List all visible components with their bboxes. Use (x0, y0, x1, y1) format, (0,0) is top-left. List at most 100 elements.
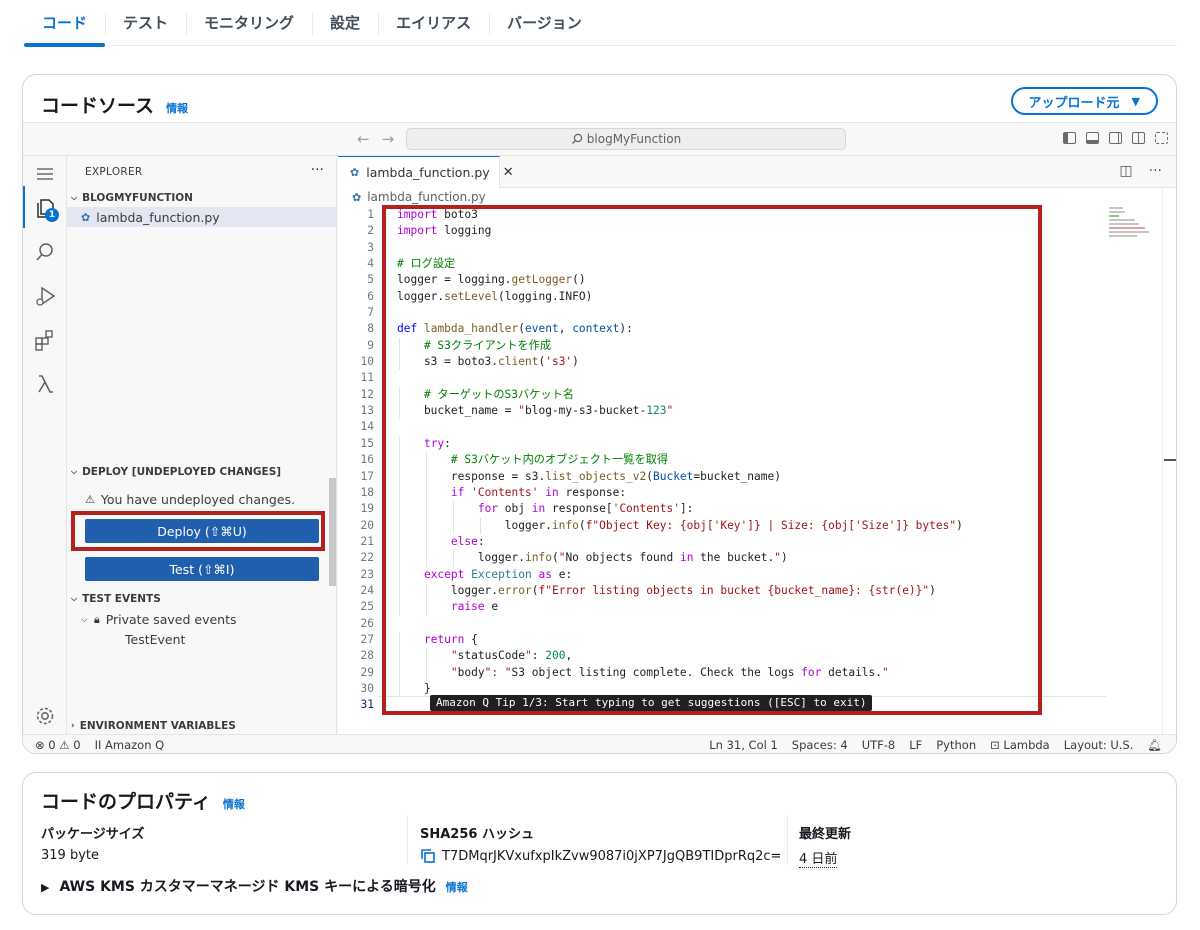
forward-arrow-icon[interactable]: → (382, 130, 395, 148)
code-line[interactable]: 15 try: (338, 435, 1108, 453)
code-line[interactable]: 6 logger.setLevel(logging.INFO) (338, 289, 1108, 305)
upload-from-button[interactable]: アップロード元 ▼ (1010, 87, 1158, 115)
file-item-lambda-function[interactable]: ✿ lambda_function.py (67, 207, 336, 227)
code-line[interactable]: 14 (338, 419, 1108, 435)
breadcrumb[interactable]: ✿ lambda_function.py (352, 190, 486, 204)
code-line[interactable]: 2 import logging (338, 223, 1108, 239)
tab-versions[interactable]: バージョン (489, 0, 600, 46)
environment-variables-header[interactable]: › ENVIRONMENT VARIABLES (71, 720, 236, 732)
extensions-icon[interactable] (33, 328, 57, 352)
code-line[interactable]: 10 s3 = boto3.client('s3') (338, 354, 1108, 371)
end-of-line[interactable]: LF (909, 738, 922, 752)
line-number: 23 (360, 567, 374, 581)
gear-icon[interactable] (33, 704, 57, 728)
lambda-icon[interactable] (33, 372, 57, 396)
language-mode[interactable]: Python (936, 738, 976, 752)
code-line[interactable]: 25 raise e (338, 599, 1108, 616)
code-line[interactable]: 17 response = s3.list_objects_v2(Bucket=… (338, 468, 1108, 485)
code-line[interactable]: 5 logger = logging.getLogger() (338, 272, 1108, 288)
private-saved-events[interactable]: ⌵ 🔒︎ Private saved events (81, 612, 237, 627)
private-saved-events-label: Private saved events (105, 612, 237, 627)
split-editor-icon[interactable]: ◫ (1119, 163, 1132, 179)
code-line[interactable]: 12 # ターゲットのS3バケット名 (338, 386, 1108, 404)
copy-icon[interactable] (420, 848, 436, 864)
search-icon[interactable] (33, 240, 57, 264)
layout-controls (1063, 132, 1168, 144)
lambda-status[interactable]: ⊡ Lambda (990, 738, 1050, 752)
back-arrow-icon[interactable]: ← (357, 130, 370, 148)
status-left: ⊗ 0 ⚠ 0 II Amazon Q (35, 738, 164, 752)
folder-header[interactable]: ⌵ BLOGMYFUNCTION (71, 192, 193, 204)
explorer-header: EXPLORER (85, 166, 143, 178)
code-line[interactable]: 7 (338, 305, 1108, 321)
editor-tab-lambda-function[interactable]: ✿ lambda_function.py ✕ (338, 156, 514, 188)
close-icon[interactable]: ✕ (503, 165, 514, 180)
code-line[interactable]: 8 def lambda_handler(event, context): (338, 321, 1108, 337)
code-text: return { (423, 632, 478, 646)
code-line[interactable]: 28 "statusCode": 200, (338, 648, 1108, 665)
tab-test[interactable]: テスト (105, 0, 186, 46)
code-line[interactable]: 24 logger.error(f"Error listing objects … (338, 582, 1108, 600)
problems-indicator[interactable]: ⊗ 0 ⚠ 0 (35, 738, 81, 752)
code-source-info-link[interactable]: 情報 (166, 100, 188, 116)
tab-monitoring[interactable]: モニタリング (186, 0, 312, 46)
menu-icon[interactable] (33, 162, 57, 186)
code-line[interactable]: 11 (338, 370, 1108, 386)
code-line[interactable]: 4 # ログ設定 (338, 256, 1108, 272)
toggle-primary-sidebar-icon[interactable] (1063, 132, 1076, 144)
toggle-secondary-sidebar-icon[interactable] (1109, 132, 1122, 144)
kms-encryption-expander[interactable]: ▶ AWS KMS カスタマーマネージド KMS キーによる暗号化 情報 (41, 876, 468, 896)
tab-code[interactable]: コード (24, 0, 106, 47)
code-properties-info-link[interactable]: 情報 (223, 796, 245, 812)
editor-actions: ◫ ··· (1119, 163, 1162, 179)
tab-aliases[interactable]: エイリアス (378, 0, 489, 46)
code-line[interactable]: 1 import boto3 (338, 207, 1108, 223)
code-line[interactable]: 27 return { (338, 631, 1108, 649)
code-line[interactable]: 13 bucket_name = "blog-my-s3-bucket-123" (338, 403, 1108, 420)
test-events-header[interactable]: ⌵ TEST EVENTS (71, 593, 161, 605)
run-debug-icon[interactable] (33, 284, 57, 308)
code-line[interactable]: 19 for obj in response['Contents']: (338, 501, 1108, 518)
code-line[interactable]: 18 if 'Contents' in response: (338, 484, 1108, 502)
keyboard-layout[interactable]: Layout: U.S. (1064, 738, 1134, 752)
code-line[interactable]: 16 # S3バケット内のオブジェクト一覧を取得 (338, 452, 1108, 469)
test-button[interactable]: Test (⇧⌘I) (85, 557, 319, 581)
upload-from-label: アップロード元 (1028, 95, 1120, 111)
code-line[interactable]: 22 logger.info("No objects found in the … (338, 550, 1108, 567)
last-modified-value[interactable]: 4 日前 (799, 848, 838, 868)
toggle-panel-icon[interactable] (1086, 132, 1099, 144)
command-search-box[interactable]: blogMyFunction (406, 128, 846, 150)
deploy-section-header[interactable]: ⌵ DEPLOY [UNDEPLOYED CHANGES] (71, 466, 281, 478)
more-actions-icon[interactable]: ··· (311, 162, 324, 178)
code-text: "body": "S3 object listing complete. Che… (450, 665, 889, 679)
code-line[interactable]: 23 except Exception as e: (338, 566, 1108, 583)
code-line[interactable]: 26 (338, 616, 1108, 632)
indentation[interactable]: Spaces: 4 (792, 738, 848, 752)
code-text: logger.setLevel(logging.INFO) (397, 289, 593, 303)
customize-layout-icon[interactable] (1132, 132, 1145, 144)
code-lines[interactable]: 1 import boto3 2 import logging 3 4 # ログ設定 5 log… (338, 207, 1108, 714)
encoding[interactable]: UTF-8 (862, 738, 896, 752)
editor-scrollbar[interactable] (1162, 188, 1176, 734)
deploy-button[interactable]: Deploy (⇧⌘U) (85, 519, 319, 543)
sidebar-scrollbar[interactable] (329, 478, 336, 586)
code-line[interactable]: 29 "body": "S3 object listing complete. … (338, 664, 1108, 681)
code-text: response = s3.list_objects_v2(Bucket=buc… (397, 469, 781, 483)
code-line[interactable]: 9 # S3クライアントを作成 (338, 337, 1108, 355)
test-event-item[interactable]: TestEvent (125, 632, 185, 647)
code-line[interactable]: 3 (338, 240, 1108, 256)
kms-info-link[interactable]: 情報 (446, 879, 468, 895)
code-text: logger.info(f"Object Key: {obj['Key']} |… (397, 518, 963, 532)
code-text: import logging (397, 224, 492, 238)
amazon-q-status[interactable]: II Amazon Q (95, 738, 165, 752)
more-actions-icon[interactable]: ··· (1149, 163, 1162, 179)
code-line[interactable]: 20 logger.info(f"Object Key: {obj['Key']… (338, 517, 1108, 534)
tab-settings[interactable]: 設定 (312, 0, 378, 46)
code-line[interactable]: 21 else: (338, 533, 1108, 551)
line-number: 27 (360, 632, 374, 646)
minimap[interactable] (1109, 207, 1159, 247)
code-text: else: (450, 534, 485, 548)
cursor-position[interactable]: Ln 31, Col 1 (709, 738, 778, 752)
bell-icon[interactable]: 🔔︎ (1147, 738, 1162, 752)
fullscreen-icon[interactable] (1155, 132, 1168, 144)
